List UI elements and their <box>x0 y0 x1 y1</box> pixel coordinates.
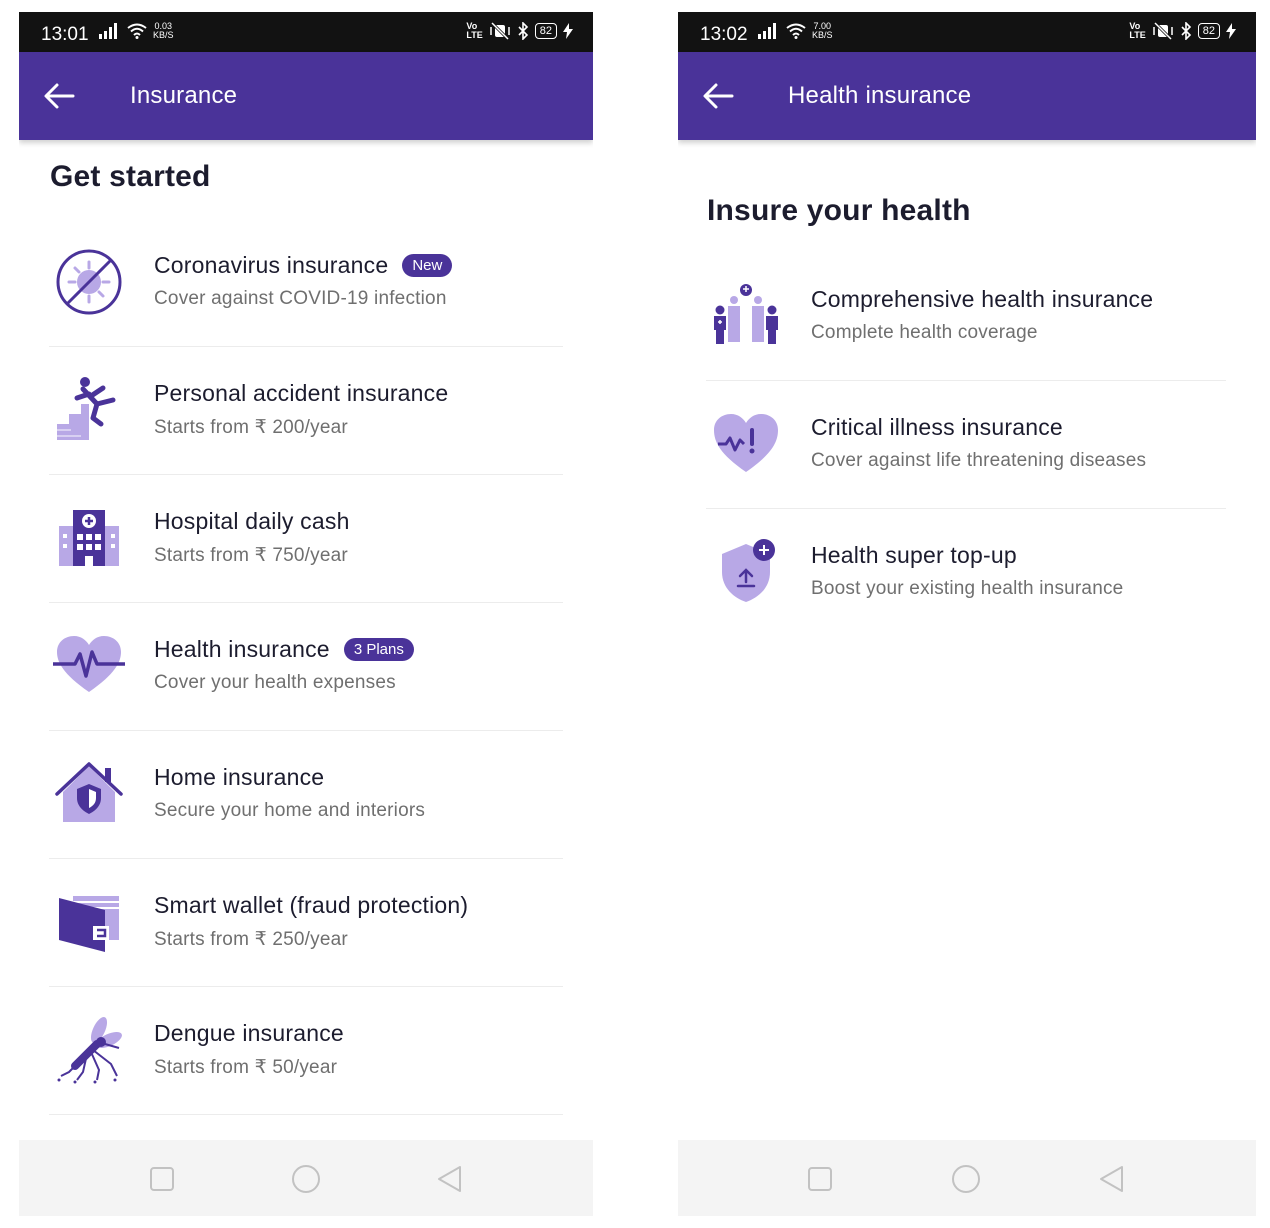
page-title: Insurance <box>130 82 238 109</box>
status-bar: 13:01 0.03 KB/S Vo LTE 82 <box>19 12 593 52</box>
status-left-icons: 0.03 KB/S <box>99 22 174 40</box>
network-speed: 0.03 KB/S <box>153 22 174 40</box>
item-subtitle: Starts from ₹ 250/year <box>154 929 348 950</box>
item-subtitle: Starts from ₹ 200/year <box>154 417 348 438</box>
vibrate-off-icon <box>490 22 510 40</box>
bluetooth-icon <box>1181 22 1191 40</box>
health-insurance-screen: 13:02 7.00 KB/S Vo LTE 82 Health insurance… <box>678 12 1256 1216</box>
mosquito-icon <box>57 1017 122 1084</box>
status-right-icons: Vo LTE 82 <box>1129 22 1236 40</box>
list-item-super-top-up[interactable]: Health super top-up Boost your existing … <box>706 508 1226 636</box>
triangle-back-icon[interactable] <box>1097 1164 1127 1194</box>
wallet-icon <box>59 896 119 952</box>
status-time: 13:01 <box>41 24 89 45</box>
signal-icon <box>99 23 117 39</box>
speed-unit: KB/S <box>153 30 174 40</box>
speed-unit: KB/S <box>812 30 833 40</box>
item-title: Hospital daily cash <box>154 508 350 534</box>
item-title: Home insurance <box>154 764 325 790</box>
circle-icon[interactable] <box>951 1164 981 1194</box>
status-left-icons: 7.00 KB/S <box>758 22 833 40</box>
plans-badge: 3 Plans <box>343 638 414 661</box>
virus-icon <box>56 249 122 315</box>
item-subtitle: Secure your home and interiors <box>154 800 426 821</box>
network-speed: 7.00 KB/S <box>812 22 833 40</box>
app-bar: Health insurance <box>678 52 1256 140</box>
square-icon[interactable] <box>805 1164 835 1194</box>
item-subtitle: Boost your existing health insurance <box>811 578 1124 599</box>
falling-person-icon <box>57 377 116 440</box>
circle-icon[interactable] <box>291 1164 321 1194</box>
item-subtitle: Cover against life threatening diseases <box>811 450 1147 471</box>
home-shield-icon <box>55 762 123 822</box>
item-title: Smart wallet (fraud protection) <box>154 892 469 918</box>
section-title: Get started <box>50 160 211 193</box>
volte-bottom: LTE <box>1129 30 1146 40</box>
item-subtitle: Cover your health expenses <box>154 672 396 693</box>
list-item-comprehensive-health[interactable]: Comprehensive health insurance Complete … <box>706 252 1226 381</box>
list-item-hospital-cash[interactable]: Hospital daily cash Starts from ₹ 750/ye… <box>49 474 563 603</box>
item-title: Dengue insurance <box>154 1020 344 1046</box>
charging-icon <box>1226 23 1236 39</box>
list-item-coronavirus[interactable]: Coronavirus insurance New Cover against C… <box>49 218 563 347</box>
list-item-health-insurance[interactable]: Health insurance 3 Plans Cover your healt… <box>49 602 563 731</box>
item-title-text: Coronavirus insurance <box>154 252 389 278</box>
hospital-icon <box>59 510 119 566</box>
status-right-icons: Vo LTE 82 <box>466 22 573 40</box>
item-title: Health insurance 3 Plans <box>154 636 414 663</box>
heart-pulse-icon <box>53 636 125 692</box>
status-time: 13:02 <box>700 24 748 45</box>
family-icon <box>714 284 778 344</box>
item-title: Coronavirus insurance New <box>154 252 453 279</box>
list-item-dengue[interactable]: Dengue insurance Starts from ₹ 50/year <box>49 986 563 1115</box>
arrow-left-icon[interactable] <box>702 82 734 110</box>
volte-indicator: Vo LTE <box>1129 22 1145 40</box>
heart-alert-icon <box>714 414 778 472</box>
status-bar: 13:02 7.00 KB/S Vo LTE 82 <box>678 12 1256 52</box>
list-item-critical-illness[interactable]: Critical illness insurance Cover against… <box>706 380 1226 509</box>
item-title: Personal accident insurance <box>154 380 449 406</box>
shield-plus-icon <box>722 539 775 602</box>
item-subtitle: Cover against COVID-19 infection <box>154 288 447 309</box>
square-icon[interactable] <box>147 1164 177 1194</box>
new-badge: New <box>402 254 453 277</box>
system-nav-bar <box>678 1140 1256 1216</box>
list-item-personal-accident[interactable]: Personal accident insurance Starts from … <box>49 346 563 475</box>
item-title: Health super top-up <box>811 542 1017 568</box>
item-title: Critical illness insurance <box>811 414 1063 440</box>
app-bar: Insurance <box>19 52 593 140</box>
page-title: Health insurance <box>788 82 972 109</box>
wifi-icon <box>127 23 147 39</box>
arrow-left-icon[interactable] <box>43 82 75 110</box>
volte-indicator: Vo LTE <box>466 22 482 40</box>
item-title-text: Health insurance <box>154 636 330 662</box>
system-nav-bar <box>19 1140 593 1216</box>
triangle-back-icon[interactable] <box>435 1164 465 1194</box>
bluetooth-icon <box>518 22 528 40</box>
item-title: Comprehensive health insurance <box>811 286 1154 312</box>
section-title: Insure your health <box>707 194 971 227</box>
battery-indicator: 82 <box>534 23 557 39</box>
battery-indicator: 82 <box>1197 23 1220 39</box>
wifi-icon <box>786 23 806 39</box>
signal-icon <box>758 23 776 39</box>
item-subtitle: Starts from ₹ 750/year <box>154 545 348 566</box>
item-subtitle: Complete health coverage <box>811 322 1038 343</box>
volte-bottom: LTE <box>466 30 483 40</box>
vibrate-off-icon <box>1153 22 1173 40</box>
list-item-smart-wallet[interactable]: Smart wallet (fraud protection) Starts f… <box>49 858 563 987</box>
insurance-screen: 13:01 0.03 KB/S Vo LTE 82 Insurance Get st… <box>19 12 593 1216</box>
item-subtitle: Starts from ₹ 50/year <box>154 1057 338 1078</box>
charging-icon <box>563 23 573 39</box>
list-item-home-insurance[interactable]: Home insurance Secure your home and inte… <box>49 730 563 859</box>
